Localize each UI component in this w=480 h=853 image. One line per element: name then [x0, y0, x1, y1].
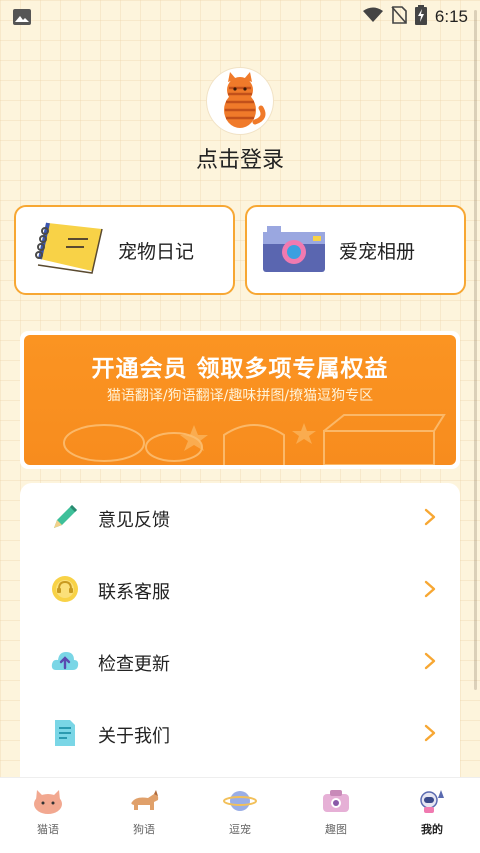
menu-item-check-update[interactable]: 检查更新: [20, 627, 460, 699]
avatar[interactable]: [207, 68, 273, 134]
image-notification-icon: [12, 8, 34, 26]
tab-label-play-pet: 逗宠: [229, 823, 251, 836]
camera-icon: [321, 788, 351, 818]
pet-album-card[interactable]: 爱宠相册: [245, 205, 466, 295]
astronaut-icon: [417, 788, 447, 818]
pet-diary-label: 宠物日记: [118, 240, 195, 263]
chevron-right-icon: [424, 508, 436, 530]
cat-icon: [31, 788, 65, 818]
tab-play-pet[interactable]: 逗宠: [192, 778, 288, 853]
no-sim-icon: [391, 6, 407, 28]
bottom-tab-bar: 猫语 狗语 逗宠 趣图 我的: [0, 777, 480, 853]
settings-menu: 意见反馈 联系客服 检查更新 关于我们: [20, 483, 460, 793]
status-time: 6:15: [434, 7, 468, 26]
cloud-upload-icon: [50, 646, 80, 680]
tab-label-dog-language: 狗语: [133, 823, 155, 836]
pet-diary-card[interactable]: 宠物日记: [14, 205, 235, 295]
chevron-right-icon: [424, 724, 436, 746]
dog-icon: [126, 788, 162, 818]
menu-item-customer-service[interactable]: 联系客服: [20, 555, 460, 627]
tab-label-cat-language: 猫语: [37, 823, 59, 836]
menu-label-about-us: 关于我们: [98, 726, 170, 747]
planet-icon: [223, 788, 257, 818]
notebook-icon: [30, 219, 106, 281]
tab-dog-language[interactable]: 狗语: [96, 778, 192, 853]
menu-label-check-update: 检查更新: [98, 654, 170, 675]
chevron-right-icon: [424, 652, 436, 674]
cat-avatar-icon: [224, 72, 266, 128]
camera-icon: [261, 222, 327, 278]
pencil-icon: [50, 502, 80, 536]
customer-service-icon: [50, 574, 80, 608]
vip-banner[interactable]: 开通会员 领取多项专属权益 猫语翻译/狗语翻译/趣味拼图/撩猫逗狗专区: [20, 331, 460, 469]
battery-charging-icon: [414, 5, 427, 29]
pet-album-label: 爱宠相册: [339, 240, 416, 263]
menu-item-about-us[interactable]: 关于我们: [20, 699, 460, 771]
tab-fun-pictures[interactable]: 趣图: [288, 778, 384, 853]
menu-item-feedback[interactable]: 意见反馈: [20, 483, 460, 555]
status-bar: 6:15: [0, 0, 480, 34]
tab-mine[interactable]: 我的: [384, 778, 480, 853]
profile-section[interactable]: 点击登录: [0, 68, 480, 174]
menu-label-feedback: 意见反馈: [98, 510, 170, 531]
vip-banner-title: 开通会员 领取多项专属权益: [91, 356, 389, 382]
vip-banner-subtitle: 猫语翻译/狗语翻译/趣味拼图/撩猫逗狗专区: [106, 388, 374, 404]
quick-cards: 宠物日记 爱宠相册: [14, 205, 466, 295]
vip-banner-inner[interactable]: 开通会员 领取多项专属权益 猫语翻译/狗语翻译/趣味拼图/撩猫逗狗专区: [24, 335, 456, 465]
tab-cat-language[interactable]: 猫语: [0, 778, 96, 853]
document-icon: [50, 718, 80, 752]
sleeping-cats-illustration: [63, 414, 446, 465]
tab-label-mine: 我的: [421, 823, 443, 836]
menu-label-customer-service: 联系客服: [98, 582, 170, 603]
login-prompt[interactable]: 点击登录: [0, 142, 480, 174]
chevron-right-icon: [424, 580, 436, 602]
wifi-icon: [362, 7, 383, 27]
tab-label-fun-pictures: 趣图: [325, 823, 347, 836]
